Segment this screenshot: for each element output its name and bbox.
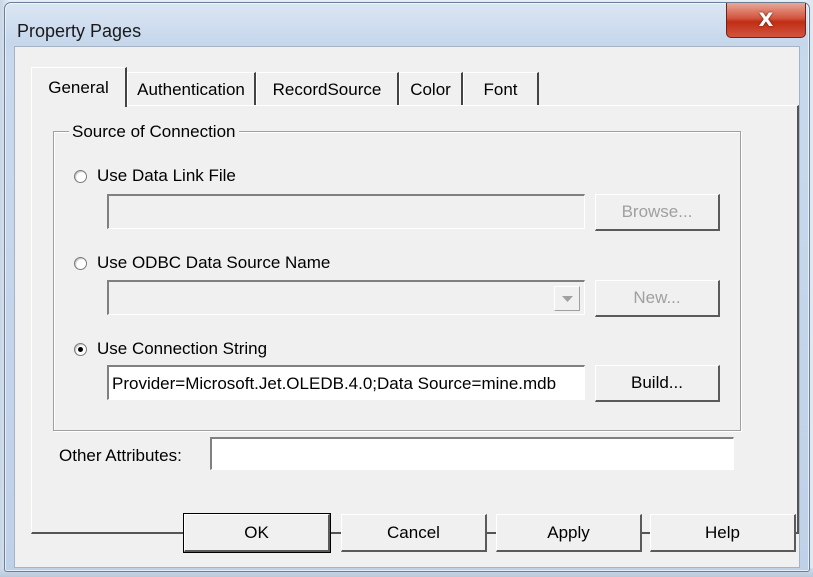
data-link-file-input[interactable] xyxy=(107,194,585,229)
connection-string-label: Use Connection String xyxy=(97,339,268,358)
tab-recordsource[interactable]: RecordSource xyxy=(256,72,399,106)
browse-button-label: Browse... xyxy=(621,202,693,221)
property-pages-dialog: Property Pages X General Authentication … xyxy=(4,2,810,572)
build-button-label: Build... xyxy=(631,373,683,392)
radio-button-data-link-file[interactable] xyxy=(74,169,87,183)
apply-button[interactable]: Apply xyxy=(496,514,642,552)
other-attributes-label: Other Attributes: xyxy=(59,446,182,465)
radio-button-connection-string[interactable] xyxy=(74,342,87,356)
cancel-button[interactable]: Cancel xyxy=(341,514,487,552)
new-button-label: New... xyxy=(633,288,681,307)
close-icon: X xyxy=(758,9,774,31)
data-link-file-label: Use Data Link File xyxy=(97,166,236,185)
build-button[interactable]: Build... xyxy=(595,365,720,402)
tab-color[interactable]: Color xyxy=(399,72,463,106)
connection-string-input[interactable]: Provider=Microsoft.Jet.OLEDB.4.0;Data So… xyxy=(107,365,585,400)
ok-button[interactable]: OK xyxy=(183,513,331,553)
radio-use-odbc-dsn[interactable]: Use ODBC Data Source Name xyxy=(74,252,330,274)
group-label: Source of Connection xyxy=(69,122,239,142)
radio-use-data-link-file[interactable]: Use Data Link File xyxy=(74,165,236,187)
other-attributes-input[interactable] xyxy=(210,437,734,470)
odbc-dsn-dropdown[interactable] xyxy=(107,280,585,315)
browse-button[interactable]: Browse... xyxy=(595,194,720,231)
ok-button-label: OK xyxy=(244,522,269,542)
cancel-button-label: Cancel xyxy=(387,522,440,542)
tab-recordsource-label: RecordSource xyxy=(272,79,382,99)
new-button[interactable]: New... xyxy=(595,280,720,317)
window-title: Property Pages xyxy=(17,21,142,41)
radio-use-connection-string[interactable]: Use Connection String xyxy=(74,338,267,360)
connection-string-value: Provider=Microsoft.Jet.OLEDB.4.0;Data So… xyxy=(112,374,557,393)
tab-general-label: General xyxy=(48,77,109,97)
help-button[interactable]: Help xyxy=(650,514,796,552)
tab-font-label: Font xyxy=(483,79,518,99)
close-button[interactable]: X xyxy=(726,3,806,38)
dropdown-arrow-button[interactable] xyxy=(554,286,580,311)
tab-authentication-label: Authentication xyxy=(137,79,245,99)
tab-color-label: Color xyxy=(410,79,451,99)
tab-authentication[interactable]: Authentication xyxy=(127,72,256,106)
help-button-label: Help xyxy=(705,522,740,542)
radio-button-odbc[interactable] xyxy=(74,256,87,270)
odbc-label: Use ODBC Data Source Name xyxy=(97,253,331,272)
chevron-down-icon xyxy=(561,295,573,302)
tab-general[interactable]: General xyxy=(31,67,127,107)
apply-button-label: Apply xyxy=(547,522,590,542)
tab-font[interactable]: Font xyxy=(463,72,539,106)
